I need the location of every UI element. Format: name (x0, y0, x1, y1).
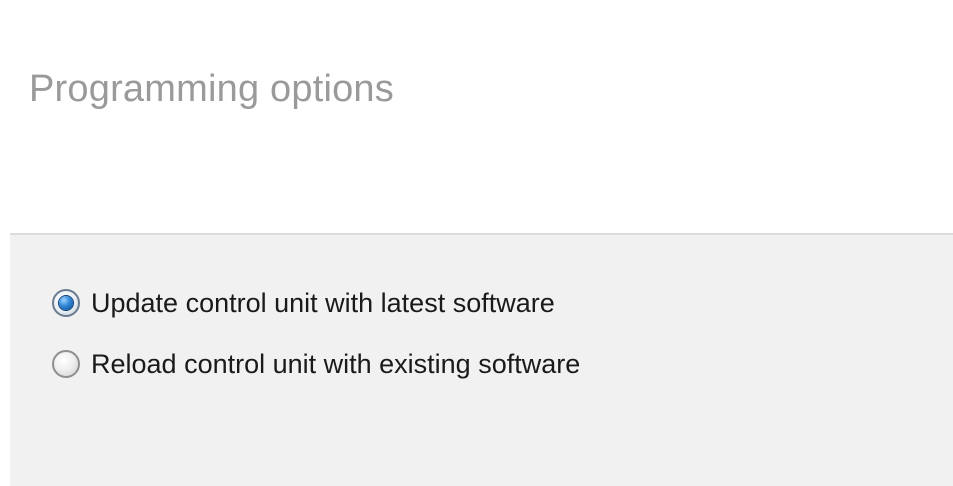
reload-software-option[interactable]: Reload control unit with existing softwa… (52, 344, 580, 384)
reload-software-label[interactable]: Reload control unit with existing softwa… (91, 349, 580, 380)
update-software-label[interactable]: Update control unit with latest software (91, 288, 555, 319)
radio-button-selected-icon[interactable] (52, 289, 80, 317)
update-software-option[interactable]: Update control unit with latest software (52, 283, 555, 323)
options-panel: Update control unit with latest software… (10, 233, 953, 486)
page-title: Programming options (29, 68, 394, 110)
radio-button-unselected-icon[interactable] (52, 350, 80, 378)
header: Programming options (0, 0, 953, 233)
radio-dot-icon (59, 296, 73, 310)
